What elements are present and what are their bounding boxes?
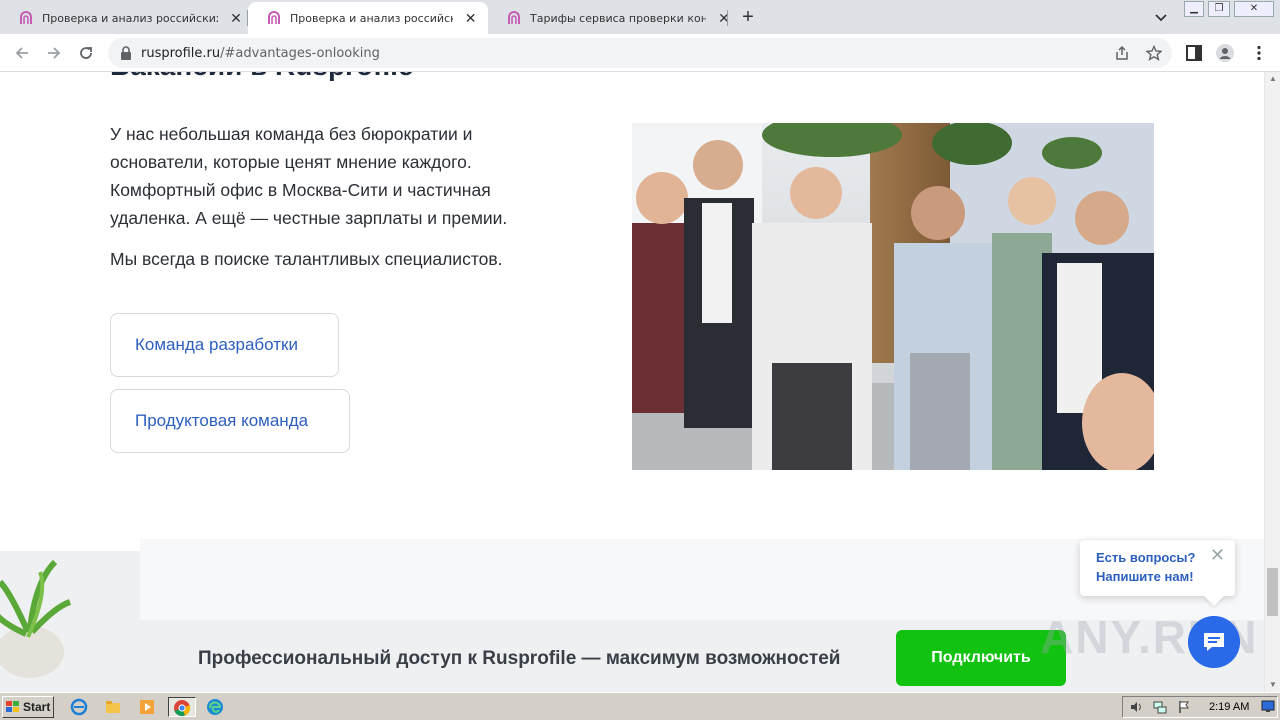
start-button[interactable]: Start bbox=[2, 696, 54, 718]
action-center-flag-icon[interactable] bbox=[1177, 700, 1191, 714]
dev-team-button[interactable]: Команда разработки bbox=[110, 313, 339, 377]
tab-title: Проверка и анализ российских юр bbox=[42, 11, 218, 25]
promo-text: Профессиональный доступ к Rusprofile — м… bbox=[198, 648, 841, 669]
chrome-icon bbox=[174, 700, 191, 717]
url-host: rusprofile.ru bbox=[141, 46, 221, 61]
close-tab-icon[interactable]: ✕ bbox=[716, 10, 732, 27]
back-arrow-icon[interactable] bbox=[12, 43, 32, 63]
share-icon[interactable] bbox=[1114, 45, 1130, 61]
rusprofile-favicon-icon bbox=[508, 11, 520, 24]
url-text: rusprofile.ru/#advantages-onlooking bbox=[141, 46, 380, 61]
url-path: /#advantages-onlooking bbox=[220, 46, 380, 61]
scroll-up-icon[interactable]: ▲ bbox=[1265, 72, 1280, 86]
rusprofile-favicon-icon bbox=[20, 11, 32, 24]
scroll-down-icon[interactable]: ▼ bbox=[1265, 678, 1280, 692]
chat-prompt[interactable]: Есть вопросы? Напишите нам! ✕ bbox=[1080, 540, 1235, 606]
volume-icon[interactable] bbox=[1129, 700, 1143, 714]
new-tab-button[interactable]: + bbox=[736, 6, 760, 30]
chat-prompt-line1: Есть вопросы? bbox=[1096, 550, 1196, 565]
file-explorer-icon[interactable] bbox=[104, 698, 122, 716]
vacancies-call-to-action: Мы всегда в поиске талантливых специалис… bbox=[110, 249, 503, 269]
media-player-icon[interactable] bbox=[138, 698, 156, 716]
tab-title: Проверка и анализ российских юр bbox=[290, 11, 453, 25]
chrome-taskbar-button[interactable] bbox=[168, 697, 196, 717]
address-bar[interactable]: rusprofile.ru/#advantages-onlooking bbox=[108, 38, 1172, 68]
internet-explorer-icon[interactable] bbox=[70, 698, 88, 716]
bookmark-star-icon[interactable] bbox=[1146, 45, 1162, 61]
page-title: Вакансии в Rusprofile bbox=[110, 72, 414, 82]
product-team-button[interactable]: Продуктовая команда bbox=[110, 389, 350, 453]
lock-icon[interactable] bbox=[120, 46, 132, 60]
start-label: Start bbox=[23, 700, 51, 714]
close-window-button[interactable]: ✕ bbox=[1234, 1, 1274, 17]
forward-arrow-icon[interactable] bbox=[44, 43, 64, 63]
plant-decoration bbox=[0, 559, 72, 678]
chat-widget-button[interactable] bbox=[1188, 616, 1240, 668]
system-tray: 2:19 AM bbox=[1122, 696, 1278, 718]
browser-toolbar: rusprofile.ru/#advantages-onlooking bbox=[0, 34, 1280, 72]
restore-window-button[interactable]: ❐ bbox=[1208, 1, 1230, 17]
close-tab-icon[interactable]: ✕ bbox=[463, 10, 478, 27]
windows-logo-icon bbox=[6, 701, 19, 712]
tab-title: Тарифы сервиса проверки контра bbox=[530, 11, 706, 25]
network-icon[interactable] bbox=[1153, 700, 1167, 714]
minimize-window-button[interactable]: ▁ bbox=[1184, 1, 1204, 17]
chat-prompt-line2: Напишите нам! bbox=[1096, 569, 1194, 584]
browser-tab-2[interactable]: Проверка и анализ российских юр ✕ bbox=[248, 2, 488, 34]
rusprofile-favicon-icon bbox=[268, 11, 280, 24]
chevron-down-icon[interactable] bbox=[1152, 8, 1170, 26]
scroll-thumb[interactable] bbox=[1267, 568, 1278, 616]
close-icon[interactable]: ✕ bbox=[1210, 546, 1225, 564]
taskbar-clock: 2:19 AM bbox=[1209, 701, 1250, 713]
profile-avatar-icon[interactable] bbox=[1216, 44, 1234, 62]
show-desktop-icon[interactable] bbox=[1261, 699, 1275, 713]
tab-separator bbox=[727, 10, 728, 26]
page-scrollbar[interactable]: ▲ ▼ bbox=[1264, 72, 1280, 692]
vacancies-description: У нас небольшая команда без бюрократии и… bbox=[110, 124, 508, 228]
browser-tab-1[interactable]: Проверка и анализ российских юр ✕ bbox=[0, 2, 254, 34]
edge-icon[interactable] bbox=[206, 698, 224, 716]
windows-taskbar: Start 2:19 AM bbox=[0, 692, 1280, 720]
tab-strip: Проверка и анализ российских юр ✕ Провер… bbox=[0, 0, 1280, 34]
close-tab-icon[interactable]: ✕ bbox=[228, 10, 244, 27]
reload-icon[interactable] bbox=[76, 43, 96, 63]
team-photo bbox=[632, 123, 1154, 470]
browser-tab-3[interactable]: Тарифы сервиса проверки контра ✕ bbox=[488, 2, 742, 34]
side-panel-icon[interactable] bbox=[1185, 44, 1203, 62]
more-menu-icon[interactable] bbox=[1250, 44, 1268, 62]
